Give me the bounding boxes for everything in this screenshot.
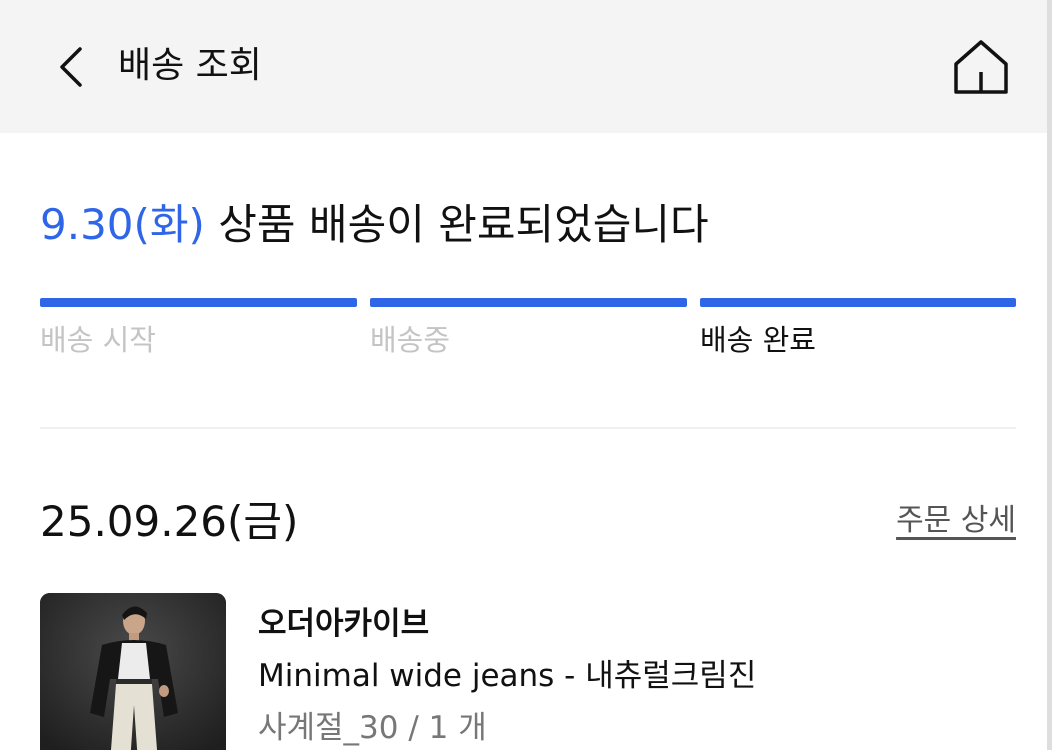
home-button[interactable] [950,36,1012,98]
order-date: 25.09.26(금) [40,497,299,546]
scrollbar-track [1047,0,1052,750]
section-divider [40,427,1016,429]
progress-step-bar [40,298,357,307]
progress-step-label: 배송중 [370,323,451,357]
delivery-status-headline: 9.30(화) 상품 배송이 완료되었습니다 [40,196,709,254]
delivery-status-message: 상품 배송이 완료되었습니다 [218,200,709,249]
delivery-date: 9.30(화) [40,200,205,249]
progress-step-bar [700,298,1016,307]
home-icon [954,40,1008,94]
order-detail-link[interactable]: 주문 상세 [896,500,1016,542]
top-app-bar: 배송 조회 [0,0,1052,133]
back-button[interactable] [52,42,92,92]
product-option: 사계절_30 / 1 개 [258,710,487,746]
page-title: 배송 조회 [118,45,262,86]
product-thumbnail[interactable] [40,593,226,750]
product-name[interactable]: Minimal wide jeans - 내츄럴크림진 [258,655,756,697]
product-brand: 오더아카이브 [258,606,430,642]
chevron-left-icon [60,47,82,87]
progress-step-bar [370,298,687,307]
product-photo [40,593,226,750]
progress-step-label: 배송 시작 [40,323,156,357]
progress-step-label: 배송 완료 [700,323,816,357]
